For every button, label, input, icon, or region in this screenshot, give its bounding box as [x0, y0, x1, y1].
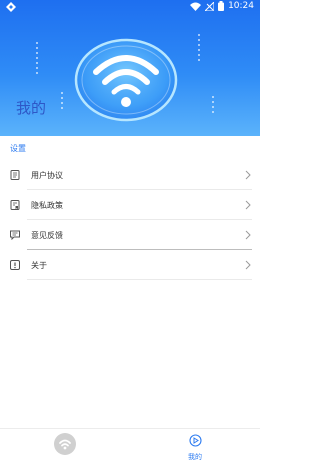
chevron-right-icon — [245, 260, 251, 270]
battery-icon — [218, 1, 225, 11]
decorative-dots — [212, 96, 214, 116]
divider — [27, 279, 252, 280]
wifi-icon — [59, 439, 71, 450]
menu-item-label: 意见反馈 — [31, 231, 63, 240]
info-icon — [10, 260, 20, 270]
chevron-right-icon — [245, 170, 251, 180]
settings-list: 用户协议 隐私政策 意见反馈 关于 — [0, 160, 260, 280]
play-circle-icon — [188, 434, 202, 447]
nav-mine-label: 我的 — [188, 453, 202, 461]
decorative-dots — [61, 92, 63, 112]
page-title: 我的 — [16, 99, 47, 117]
wifi-hero-icon — [74, 38, 178, 122]
chevron-right-icon — [245, 230, 251, 240]
decorative-dots — [36, 42, 38, 77]
status-bar: 10:24 — [0, 0, 260, 14]
section-label-settings: 设置 — [10, 144, 26, 153]
menu-item-user-agreement[interactable]: 用户协议 — [0, 160, 260, 190]
menu-item-feedback[interactable]: 意见反馈 — [0, 220, 260, 250]
bottom-nav: 我的 — [0, 428, 260, 462]
chevron-right-icon — [245, 200, 251, 210]
decorative-dots — [198, 34, 200, 64]
policy-icon — [10, 200, 20, 210]
menu-item-label: 用户协议 — [31, 171, 63, 180]
nav-mine-tab[interactable]: 我的 — [182, 432, 208, 462]
feedback-icon — [10, 230, 20, 240]
profile-header: 10:24 我的 — [0, 0, 260, 136]
menu-item-label: 关于 — [31, 261, 47, 270]
no-signal-icon — [205, 1, 215, 11]
menu-item-privacy-policy[interactable]: 隐私政策 — [0, 190, 260, 220]
menu-item-label: 隐私政策 — [31, 201, 63, 210]
wifi-icon — [190, 2, 202, 11]
menu-item-about[interactable]: 关于 — [0, 250, 260, 280]
nav-wifi-tab[interactable] — [54, 433, 76, 455]
document-icon — [10, 170, 20, 180]
app-logo-icon — [6, 2, 16, 12]
status-time: 10:24 — [228, 1, 254, 11]
